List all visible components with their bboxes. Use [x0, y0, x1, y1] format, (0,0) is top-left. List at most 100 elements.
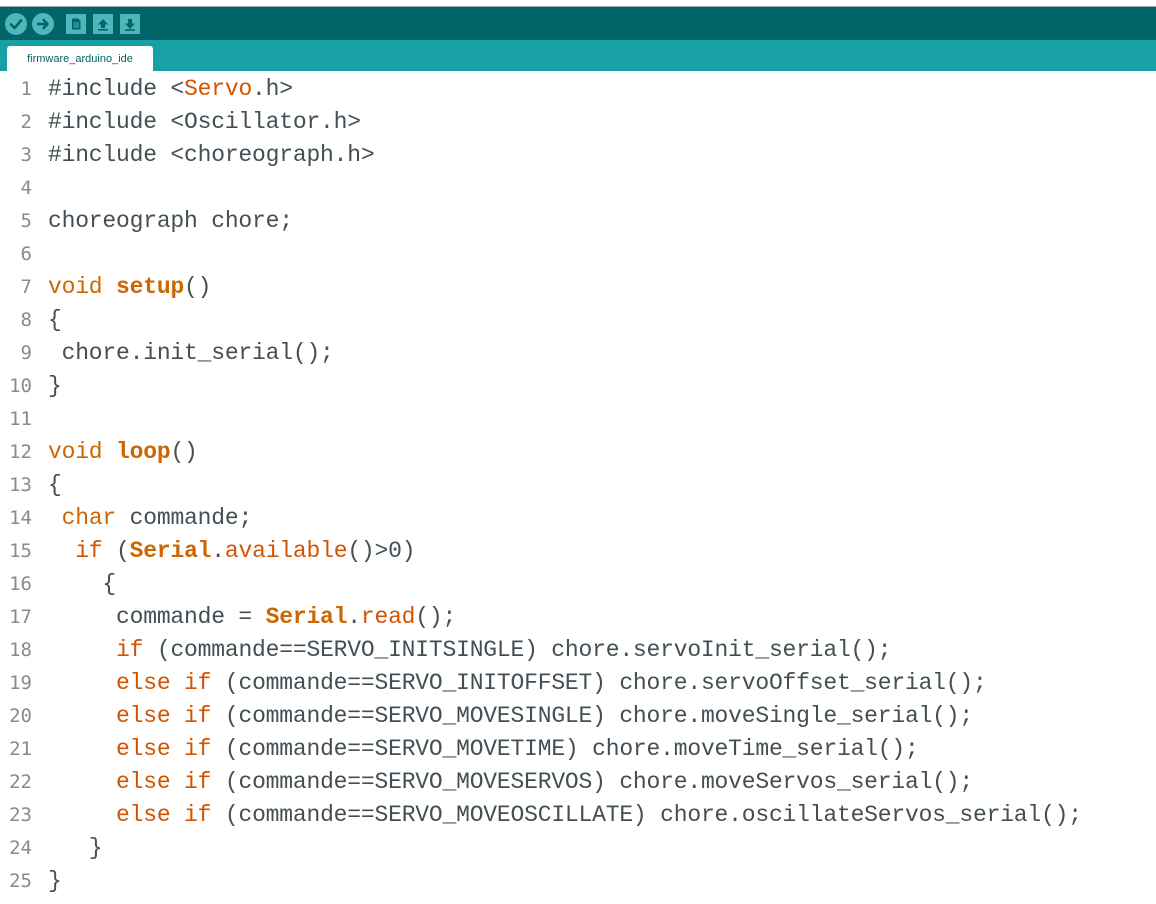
line-number: 25: [9, 870, 32, 892]
code-line[interactable]: else if (commande==SERVO_MOVETIME) chore…: [48, 733, 919, 766]
code-line[interactable]: }: [48, 865, 62, 898]
line-number: 21: [9, 738, 32, 760]
line-number: 2: [20, 111, 32, 133]
line-number: 14: [9, 507, 32, 529]
line-number: 12: [9, 441, 32, 463]
code-line[interactable]: void setup(): [48, 271, 211, 304]
save-button[interactable]: [120, 14, 140, 34]
code-token: #include <: [48, 76, 185, 102]
window-top-strip: [0, 0, 1156, 7]
code-line[interactable]: if (Serial.available()>0): [48, 535, 415, 568]
open-button[interactable]: [93, 14, 113, 34]
code-line[interactable]: }: [48, 370, 62, 403]
code-token: if: [184, 703, 212, 729]
code-token: if: [184, 802, 212, 828]
code-token: Serial: [265, 604, 348, 630]
line-number: 13: [9, 474, 32, 496]
tab-label: firmware_arduino_ide: [27, 52, 133, 65]
upload-button[interactable]: [32, 13, 54, 35]
code-token: Servo: [184, 76, 253, 102]
code-token: {: [48, 571, 117, 597]
code-token: (: [102, 538, 130, 564]
code-token: (commande==SERVO_MOVESINGLE) chore.moveS…: [211, 703, 973, 729]
code-line[interactable]: chore.init_serial();: [48, 337, 334, 370]
tab-firmware-arduino-ide[interactable]: firmware_arduino_ide: [7, 46, 153, 71]
code-line[interactable]: else if (commande==SERVO_INITOFFSET) cho…: [48, 667, 987, 700]
code-line[interactable]: {: [48, 568, 116, 601]
code-line[interactable]: else if (commande==SERVO_MOVEOSCILLATE) …: [48, 799, 1082, 832]
line-number: 23: [9, 804, 32, 826]
verify-button[interactable]: [5, 13, 27, 35]
code-token: if: [184, 769, 212, 795]
code-token: loop: [116, 439, 171, 465]
code-token: }: [48, 835, 103, 861]
code-token: choreograph chore;: [48, 208, 293, 234]
line-number-gutter: 1 2 3 4 5 6 7 8 9 10 11 12 13 14 15 16 17 18 19 20 21 22 23 24 2…: [0, 71, 40, 904]
code-line[interactable]: }: [48, 832, 103, 865]
code-line[interactable]: else if (commande==SERVO_MOVESINGLE) cho…: [48, 700, 973, 733]
code-token: else: [116, 670, 171, 696]
code-token: }: [48, 868, 62, 894]
line-number: 7: [20, 276, 32, 298]
line-number: 8: [20, 309, 32, 331]
code-line[interactable]: {: [48, 469, 62, 502]
code-token: .: [211, 538, 225, 564]
line-number: 5: [20, 210, 32, 232]
line-number: 19: [9, 672, 32, 694]
code-token: commande =: [48, 604, 266, 630]
code-line[interactable]: #include <choreograph.h>: [48, 139, 375, 172]
up-arrow-icon: [98, 19, 108, 31]
tab-bar: firmware_arduino_ide: [0, 40, 1156, 71]
line-number: 10: [9, 375, 32, 397]
new-button[interactable]: [66, 14, 86, 34]
code-token: if: [116, 637, 144, 663]
line-number: 3: [20, 144, 32, 166]
code-token: .h>: [252, 76, 293, 102]
code-token: ();: [415, 604, 457, 630]
code-line[interactable]: #include <Servo.h>: [48, 73, 293, 106]
code-token: else: [116, 703, 171, 729]
line-number: 9: [20, 342, 32, 364]
line-number: 16: [9, 573, 32, 595]
code-line[interactable]: {: [48, 304, 62, 337]
code-token: (commande==SERVO_MOVEOSCILLATE) chore.os…: [211, 802, 1082, 828]
code-line[interactable]: void loop(): [48, 436, 198, 469]
line-number: 1: [20, 78, 32, 100]
code-token: if: [184, 736, 212, 762]
code-token: }: [48, 373, 62, 399]
code-token: ()>0): [347, 538, 416, 564]
toolbar: [0, 7, 1156, 40]
right-arrow-icon: [36, 18, 49, 30]
code-token: Serial: [129, 538, 212, 564]
code-line[interactable]: char commande;: [48, 502, 253, 535]
code-line[interactable]: commande = Serial.read();: [48, 601, 456, 634]
code-line[interactable]: if (commande==SERVO_INITSINGLE) chore.se…: [48, 634, 892, 667]
code-token: commande;: [116, 505, 253, 531]
code-token: available: [224, 538, 348, 564]
code-token: (commande==SERVO_INITOFFSET) chore.servo…: [211, 670, 987, 696]
code-token: else: [116, 802, 171, 828]
code-line[interactable]: #include <Oscillator.h>: [48, 106, 361, 139]
code-line[interactable]: else if (commande==SERVO_MOVESERVOS) cho…: [48, 766, 973, 799]
code-token: if: [75, 538, 103, 564]
down-arrow-icon: [125, 19, 135, 31]
new-file-icon: [72, 18, 81, 30]
code-line[interactable]: choreograph chore;: [48, 205, 293, 238]
code-token: read: [360, 604, 416, 630]
code-token: else: [116, 736, 171, 762]
code-token: (): [184, 274, 212, 300]
code-token: {: [48, 472, 62, 498]
code-editor[interactable]: 1 2 3 4 5 6 7 8 9 10 11 12 13 14 15 16 17 18 19 20 21 22 23 24 2…: [0, 71, 1156, 904]
line-number: 22: [9, 771, 32, 793]
